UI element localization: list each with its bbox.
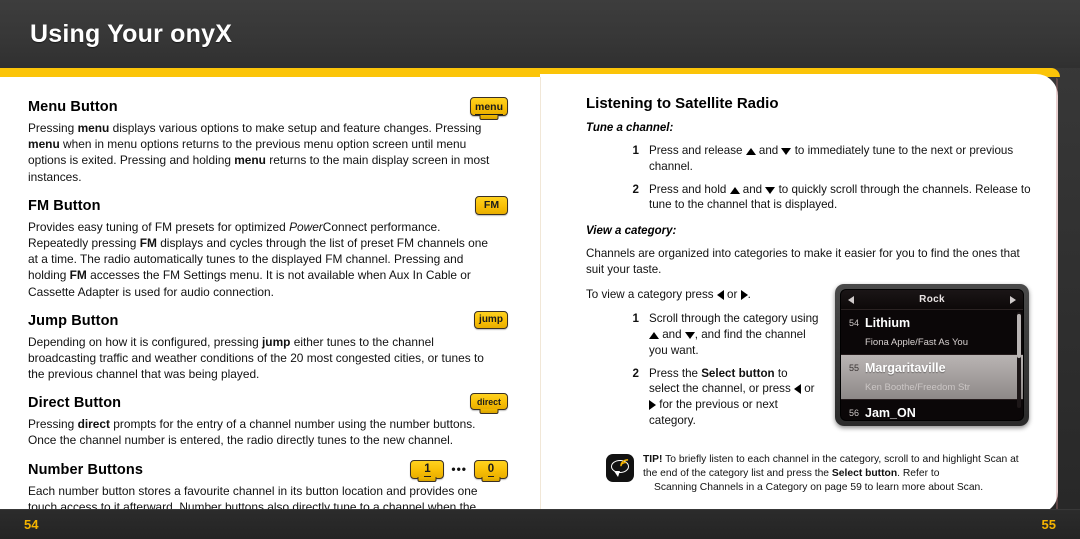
page-footer: 54 55: [0, 509, 1080, 539]
bubble-tail: [614, 471, 620, 477]
down-arrow-icon: [684, 332, 695, 340]
tip-callout: TIP! To briefly listen to each channel i…: [606, 453, 1034, 494]
folio-left: 54: [24, 517, 39, 532]
right-page-edge: [1056, 78, 1058, 510]
channel-artist: Ken Boothe/Freedom Str: [865, 382, 971, 393]
manual-page-spread: Using Your onyX Menu Button menu Pressin…: [0, 0, 1080, 539]
menu-button-label: menu: [474, 100, 504, 116]
step-text: Scroll through the category using and , …: [649, 312, 819, 357]
left-page-content: Menu Button menu Pressing menu displays …: [28, 97, 508, 539]
channel-row[interactable]: 54 Lithium Fiona Apple/Fast As You: [841, 310, 1023, 355]
page-header: Using Your onyX: [0, 0, 1080, 68]
radio-screen: Rock 54 Lithium Fiona Apple/Fast As You …: [840, 289, 1024, 421]
scrollbar-thumb[interactable]: [1017, 314, 1021, 358]
menu-button[interactable]: menu: [470, 97, 508, 116]
tip-line-2: Scanning Channels in a Category on page …: [654, 481, 984, 493]
section-heading: Jump Button: [28, 312, 119, 329]
section-body: Depending on how it is configured, press…: [28, 334, 484, 382]
jump-button-label: jump: [479, 314, 503, 326]
left-arrow-icon: [794, 384, 802, 395]
section-direct-button: Direct Button direct Pressing direct pro…: [28, 393, 508, 448]
fm-button-graphic-slot: FM: [475, 195, 508, 215]
number-button-zero[interactable]: 0: [474, 459, 508, 479]
step-text: Press and hold and to quickly scroll thr…: [649, 182, 1031, 212]
right-arrow-icon[interactable]: [1010, 295, 1016, 304]
fm-button[interactable]: FM: [475, 195, 508, 215]
list-item: 1 Press and release and to immediately t…: [628, 143, 1036, 175]
direct-button-graphic-slot: direct: [470, 393, 508, 411]
jump-button-graphic-slot: jump: [474, 310, 508, 329]
ellipsis-separator: •••: [451, 462, 467, 477]
section-jump-button: Jump Button jump Depending on how it is …: [28, 310, 508, 383]
channel-artist: Fiona Apple/Fast As You: [865, 337, 968, 348]
left-arrow-icon[interactable]: [848, 295, 854, 304]
number-button-one[interactable]: 1: [410, 459, 445, 479]
menu-button-graphic-slot: menu: [470, 97, 508, 116]
section-heading: Direct Button: [28, 395, 122, 412]
step-text: Press the Select button to select the ch…: [649, 366, 815, 427]
up-arrow-icon: [649, 332, 659, 340]
channel-row-selected[interactable]: 55 Margaritaville Ken Boothe/Freedom Str: [841, 355, 1023, 400]
channel-name: Margaritaville: [865, 361, 946, 375]
tune-a-channel-subhead: Tune a channel:: [586, 122, 674, 134]
down-arrow-icon: [781, 148, 792, 155]
view-a-category-subhead: View a category:: [586, 225, 677, 238]
section-body: Pressing direct prompts for the entry of…: [28, 417, 476, 448]
number-buttons-graphic-slot: 1 ••• 0: [410, 459, 508, 479]
direct-button-label: direct: [477, 396, 501, 407]
tune-steps-list: 1 Press and release and to immediately t…: [628, 143, 1036, 213]
section-body: Pressing menu displays various options t…: [28, 121, 490, 184]
section-menu-button: Menu Button menu Pressing menu displays …: [28, 97, 508, 185]
right-page: Listening to Satellite Radio Tune a chan…: [540, 77, 1056, 509]
fm-button-label: FM: [483, 199, 500, 212]
scrollbar[interactable]: [1017, 312, 1021, 408]
jump-button[interactable]: jump: [474, 310, 508, 329]
radio-device-illustration: Rock 54 Lithium Fiona Apple/Fast As You …: [835, 284, 1029, 426]
channel-number: 56: [848, 408, 859, 418]
section-fm-button: FM Button FM Provides easy tuning of FM …: [28, 195, 508, 300]
accent-rule-left: [0, 68, 540, 77]
page-title: Using Your onyX: [30, 20, 233, 48]
channel-name: Jam_ON: [865, 406, 916, 420]
section-body: Provides easy tuning of FM presets for o…: [28, 219, 489, 299]
right-arrow-icon: [649, 400, 656, 411]
up-arrow-icon: [745, 148, 756, 155]
signal-wave-icon: [620, 459, 629, 467]
left-arrow-icon: [716, 289, 724, 300]
folio-right: 55: [1041, 517, 1056, 532]
number-button-one-label: 1: [424, 463, 432, 478]
direct-button[interactable]: direct: [470, 393, 508, 411]
up-arrow-icon: [729, 186, 740, 194]
list-item: 2 Press and hold and to quickly scroll t…: [628, 182, 1036, 214]
category-name: Rock: [919, 294, 945, 305]
view-category-paragraph: Channels are organized into categories t…: [586, 247, 1020, 276]
channel-number: 54: [848, 318, 859, 328]
step-text: Press and release and to immediately tun…: [649, 144, 1014, 173]
tip-speech-bubble-icon: [606, 454, 634, 482]
step-number: 1: [632, 144, 639, 157]
right-page-title: Listening to Satellite Radio: [586, 95, 779, 112]
step-number: 1: [632, 312, 639, 326]
left-page: Menu Button menu Pressing menu displays …: [0, 77, 540, 530]
step-number: 2: [632, 366, 639, 380]
right-arrow-icon: [740, 289, 748, 300]
category-header-bar: Rock: [841, 290, 1023, 310]
number-button-zero-label: 0: [487, 463, 495, 478]
tip-line-1: TIP! To briefly listen to each channel i…: [643, 454, 1019, 479]
section-heading: Menu Button: [28, 99, 118, 115]
channel-name: Lithium: [865, 316, 911, 330]
channel-number: 55: [848, 363, 859, 373]
tip-text: TIP! To briefly listen to each channel i…: [643, 453, 1034, 494]
channel-row[interactable]: 56 Jam_ON String Cheese In/Round T: [841, 400, 1023, 420]
section-heading: FM Button: [28, 197, 101, 214]
down-arrow-icon: [765, 186, 776, 194]
step-number: 2: [632, 182, 639, 196]
